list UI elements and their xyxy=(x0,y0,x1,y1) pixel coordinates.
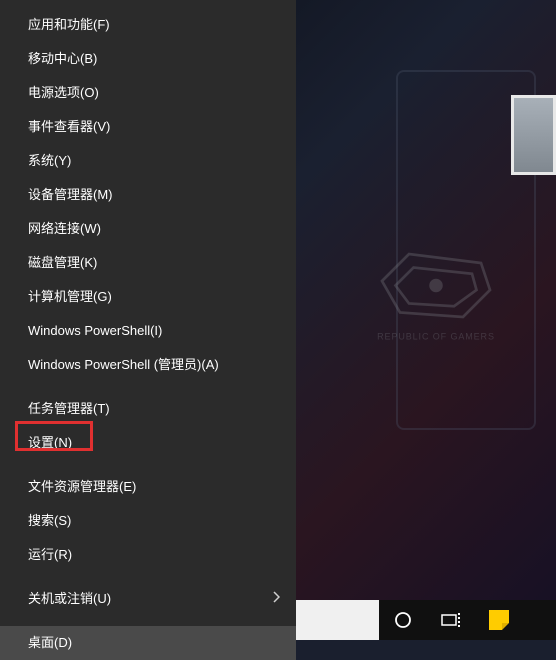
menu-item-label: 运行(R) xyxy=(28,547,72,562)
menu-item-label: 桌面(D) xyxy=(28,635,72,650)
menu-powershell[interactable]: Windows PowerShell(I) xyxy=(0,314,296,348)
menu-event-viewer[interactable]: 事件查看器(V) xyxy=(0,110,296,144)
menu-item-label: 任务管理器(T) xyxy=(28,401,110,416)
menu-item-label: 移动中心(B) xyxy=(28,51,97,66)
menu-item-label: 系统(Y) xyxy=(28,153,71,168)
wallpaper-photo-decoration xyxy=(511,95,556,175)
menu-desktop[interactable]: 桌面(D) xyxy=(0,626,296,660)
taskbar-light-region xyxy=(296,600,379,640)
menu-device-manager[interactable]: 设备管理器(M) xyxy=(0,178,296,212)
menu-apps-features[interactable]: 应用和功能(F) xyxy=(0,8,296,42)
menu-item-label: Windows PowerShell (管理员)(A) xyxy=(28,357,219,372)
menu-item-label: 搜索(S) xyxy=(28,513,71,528)
menu-system[interactable]: 系统(Y) xyxy=(0,144,296,178)
winx-context-menu: 应用和功能(F) 移动中心(B) 电源选项(O) 事件查看器(V) 系统(Y) 设备管理器… xyxy=(0,0,296,640)
sticky-notes-icon xyxy=(489,610,509,630)
menu-item-label: 设备管理器(M) xyxy=(28,187,113,202)
cortana-button[interactable] xyxy=(379,600,427,640)
menu-task-manager[interactable]: 任务管理器(T) xyxy=(0,392,296,426)
menu-power-options[interactable]: 电源选项(O) xyxy=(0,76,296,110)
menu-mobility-center[interactable]: 移动中心(B) xyxy=(0,42,296,76)
menu-search[interactable]: 搜索(S) xyxy=(0,504,296,538)
menu-item-label: 应用和功能(F) xyxy=(28,17,110,32)
rog-logo: REPUBLIC OF GAMERS xyxy=(346,200,526,380)
sticky-notes-button[interactable] xyxy=(475,600,523,640)
menu-run[interactable]: 运行(R) xyxy=(0,538,296,572)
menu-powershell-admin[interactable]: Windows PowerShell (管理员)(A) xyxy=(0,348,296,382)
menu-shutdown-signout[interactable]: 关机或注销(U) xyxy=(0,582,296,616)
task-view-icon xyxy=(441,612,461,628)
menu-computer-management[interactable]: 计算机管理(G) xyxy=(0,280,296,314)
taskbar xyxy=(296,600,556,640)
menu-item-label: 网络连接(W) xyxy=(28,221,101,236)
menu-item-label: 计算机管理(G) xyxy=(28,289,112,304)
menu-item-label: Windows PowerShell(I) xyxy=(28,323,162,338)
menu-item-label: 事件查看器(V) xyxy=(28,119,110,134)
menu-settings[interactable]: 设置(N) xyxy=(0,426,296,460)
menu-item-label: 设置(N) xyxy=(28,435,72,450)
chevron-right-icon xyxy=(272,591,280,607)
menu-network-connections[interactable]: 网络连接(W) xyxy=(0,212,296,246)
menu-disk-management[interactable]: 磁盘管理(K) xyxy=(0,246,296,280)
menu-file-explorer[interactable]: 文件资源管理器(E) xyxy=(0,470,296,504)
svg-text:REPUBLIC OF GAMERS: REPUBLIC OF GAMERS xyxy=(377,332,495,342)
menu-item-label: 磁盘管理(K) xyxy=(28,255,97,270)
menu-item-label: 文件资源管理器(E) xyxy=(28,479,136,494)
menu-item-label: 关机或注销(U) xyxy=(28,591,111,606)
cortana-icon xyxy=(394,611,412,629)
task-view-button[interactable] xyxy=(427,600,475,640)
menu-item-label: 电源选项(O) xyxy=(28,85,99,100)
